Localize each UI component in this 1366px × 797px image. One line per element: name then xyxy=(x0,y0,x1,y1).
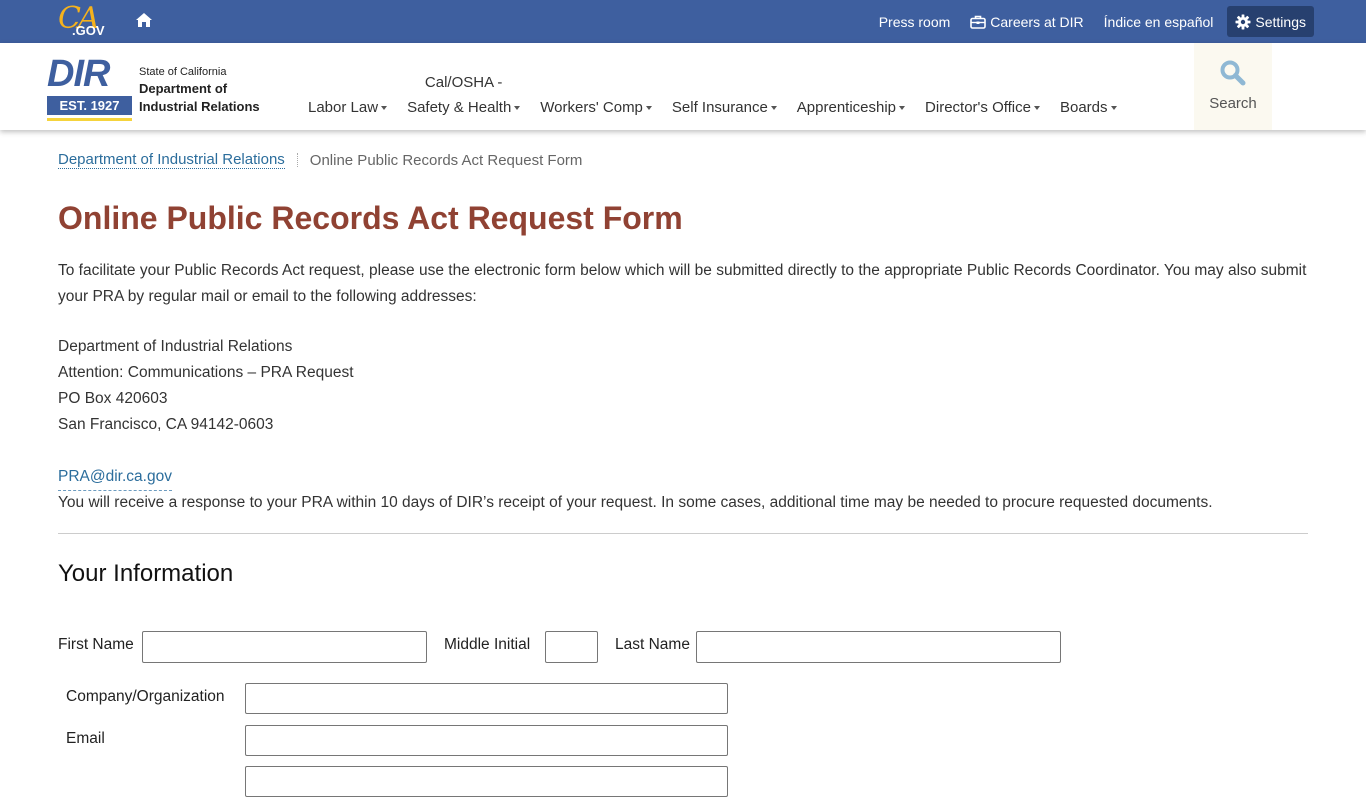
spanish-index-label: Índice en español xyxy=(1103,13,1214,30)
page-title: Online Public Records Act Request Form xyxy=(58,200,683,236)
nav-self-insurance[interactable]: Self Insurance xyxy=(662,43,787,130)
dir-logo-mark: DIR xyxy=(47,53,110,95)
nav-labor-law[interactable]: Labor Law xyxy=(298,43,397,130)
caret-down-icon xyxy=(770,106,777,111)
section-divider xyxy=(58,533,1308,534)
careers-link[interactable]: Careers at DIR xyxy=(960,6,1093,37)
dir-logo-ir: Industrial Relations xyxy=(139,99,260,114)
nav-directors-office[interactable]: Director's Office xyxy=(915,43,1050,130)
company-input[interactable] xyxy=(245,683,728,714)
middle-initial-input[interactable] xyxy=(545,631,598,663)
spanish-index-link[interactable]: Índice en español xyxy=(1094,6,1224,37)
intro-paragraph: To facilitate your Public Records Act re… xyxy=(58,262,1307,305)
caret-down-icon xyxy=(899,106,906,111)
press-room-link[interactable]: Press room xyxy=(869,6,961,37)
gear-icon xyxy=(1235,14,1251,29)
caret-down-icon xyxy=(1033,106,1040,111)
breadcrumb-separator xyxy=(296,153,298,167)
company-label: Company/Organization xyxy=(66,688,225,705)
first-name-input[interactable] xyxy=(142,631,427,663)
address-line: Attention: Communications – PRA Request xyxy=(58,364,354,381)
ca-gov-logo[interactable]: CA .GOV xyxy=(56,1,108,39)
press-room-label: Press room xyxy=(878,13,951,30)
caret-down-icon xyxy=(514,106,521,111)
email-label: Email xyxy=(66,730,105,747)
ca-gov-logo-gov: .GOV xyxy=(72,23,105,38)
address-line: San Francisco, CA 94142-0603 xyxy=(58,416,274,433)
utility-bar: CA .GOV Press room Careers at DIR Índice… xyxy=(0,0,1366,43)
email-input[interactable] xyxy=(245,725,728,756)
section-title-your-information: Your Information xyxy=(58,560,234,587)
breadcrumb-home-link[interactable]: Department of Industrial Relations xyxy=(58,151,285,169)
settings-label: Settings xyxy=(1255,13,1306,30)
dir-logo-est: EST. 1927 xyxy=(47,96,132,115)
address-line: Department of Industrial Relations xyxy=(58,338,293,355)
home-icon[interactable] xyxy=(135,11,153,29)
site-header: DIR EST. 1927 State of California Depart… xyxy=(0,43,1366,130)
utility-links: Press room Careers at DIR Índice en espa… xyxy=(869,6,1314,37)
nav-label: Self Insurance xyxy=(671,99,768,116)
nav-boards[interactable]: Boards xyxy=(1050,43,1127,130)
nav-label: Director's Office xyxy=(925,99,1031,116)
middle-initial-label: Middle Initial xyxy=(444,636,531,653)
breadcrumb: Department of Industrial Relations Onlin… xyxy=(58,151,582,169)
first-name-label: First Name xyxy=(58,636,134,653)
dir-logo[interactable]: DIR EST. 1927 State of California Depart… xyxy=(47,53,260,121)
address-line: PO Box 420603 xyxy=(58,390,168,407)
nav-workers-comp[interactable]: Workers' Comp xyxy=(530,43,662,130)
settings-button[interactable]: Settings xyxy=(1227,6,1314,37)
search-label: Search xyxy=(1209,95,1257,112)
caret-down-icon xyxy=(645,106,652,111)
pra-email-link[interactable]: PRA@dir.ca.gov xyxy=(58,464,172,491)
response-note: You will receive a response to your PRA … xyxy=(58,494,1213,511)
breadcrumb-current: Online Public Records Act Request Form xyxy=(309,151,583,169)
nav-label: Workers' Comp xyxy=(540,99,643,116)
dir-logo-state: State of California xyxy=(139,66,227,78)
search-icon xyxy=(1220,60,1246,86)
dir-logo-underline xyxy=(47,118,132,121)
nav-label-prefix: Cal/OSHA - xyxy=(424,74,503,91)
last-name-label: Last Name xyxy=(615,636,690,653)
nav-label: Apprenticeship xyxy=(796,99,897,116)
search-button[interactable]: Search xyxy=(1194,43,1272,130)
nav-apprenticeship[interactable]: Apprenticeship xyxy=(787,43,915,130)
main-nav: Labor Law Cal/OSHA - Safety & Health Wor… xyxy=(298,43,1127,130)
nav-label: Labor Law xyxy=(308,99,379,116)
last-name-input[interactable] xyxy=(696,631,1061,663)
nav-label: Safety & Health xyxy=(407,99,512,116)
nav-label: Boards xyxy=(1059,99,1108,116)
next-field-input[interactable] xyxy=(245,766,728,797)
mailing-address: Department of Industrial Relations Atten… xyxy=(58,334,354,438)
caret-down-icon xyxy=(381,106,388,111)
nav-safety-health[interactable]: Cal/OSHA - Safety & Health xyxy=(397,43,530,130)
briefcase-icon xyxy=(970,15,987,29)
caret-down-icon xyxy=(1110,106,1117,111)
dir-logo-dept: Department of xyxy=(139,81,228,96)
careers-label: Careers at DIR xyxy=(990,13,1084,30)
